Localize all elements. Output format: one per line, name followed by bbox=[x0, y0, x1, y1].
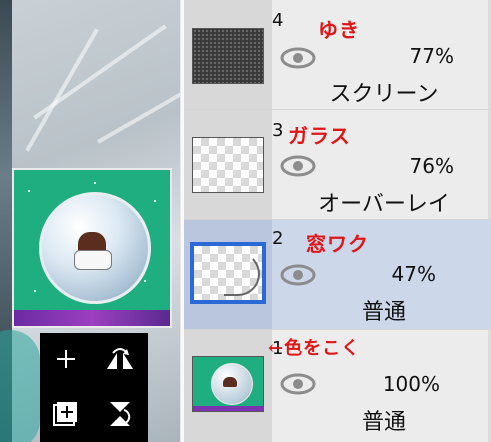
layer-blend-mode[interactable]: スクリーン bbox=[294, 76, 474, 108]
navigator-preview[interactable] bbox=[12, 168, 172, 328]
layer-number: 3 bbox=[272, 120, 284, 141]
layer-annotation: 窓ワク bbox=[306, 232, 369, 256]
layer-row-2[interactable]: 2 窓ワク 47% 普通 bbox=[184, 220, 491, 330]
flip-layer-icon bbox=[107, 348, 133, 369]
add-folder-icon bbox=[53, 402, 77, 426]
layer-opacity: 76% bbox=[409, 154, 454, 178]
layer-thumbnail[interactable] bbox=[190, 242, 266, 304]
layer-blend-mode[interactable]: 普通 bbox=[294, 404, 474, 436]
layer-opacity: 100% bbox=[382, 372, 440, 396]
merge-down-icon bbox=[110, 402, 131, 426]
canvas-teal-shape bbox=[0, 330, 40, 442]
add-layer-button[interactable] bbox=[48, 341, 84, 377]
preview-mask bbox=[74, 250, 112, 270]
layer-number: 2 bbox=[272, 228, 284, 249]
visibility-eye-icon[interactable] bbox=[280, 264, 316, 286]
visibility-eye-icon[interactable] bbox=[280, 373, 316, 395]
add-folder-button[interactable] bbox=[48, 396, 84, 432]
layer-opacity: 47% bbox=[391, 262, 436, 286]
preview-purple-band bbox=[14, 310, 170, 326]
merge-down-button[interactable] bbox=[102, 396, 138, 432]
add-layer-icon bbox=[57, 350, 75, 368]
layer-row-4[interactable]: 4 ゆき 77% スクリーン bbox=[184, 0, 491, 110]
layer-thumbnail[interactable] bbox=[192, 28, 264, 84]
layer-toolbox bbox=[40, 333, 148, 442]
window-frame-arc bbox=[224, 252, 260, 296]
layer-number: 4 bbox=[272, 10, 284, 31]
layer-thumbnail[interactable] bbox=[192, 356, 264, 412]
visibility-eye-icon[interactable] bbox=[280, 47, 316, 69]
flip-layer-button[interactable] bbox=[102, 341, 138, 377]
layer-blend-mode[interactable]: 普通 bbox=[294, 294, 474, 326]
layer-row-3[interactable]: 3 ガラス 76% オーバーレイ bbox=[184, 110, 491, 220]
layer-row-1[interactable]: 1 ←色をこく 100% 普通 bbox=[184, 330, 491, 442]
layer-thumbnail[interactable] bbox=[192, 137, 264, 193]
layer-annotation: ←色をこく bbox=[268, 338, 361, 359]
layer-annotation: ガラス bbox=[288, 124, 351, 148]
layer-opacity: 77% bbox=[409, 44, 454, 68]
layer-panel: 4 ゆき 77% スクリーン 3 ガラス 76% オーバーレイ 2 窓ワク 47… bbox=[181, 0, 491, 442]
visibility-eye-icon[interactable] bbox=[280, 155, 316, 177]
canvas-red-arc bbox=[130, 60, 180, 170]
tile-line bbox=[25, 28, 99, 152]
layer-annotation: ゆき bbox=[318, 18, 360, 42]
layer-blend-mode[interactable]: オーバーレイ bbox=[294, 186, 474, 218]
